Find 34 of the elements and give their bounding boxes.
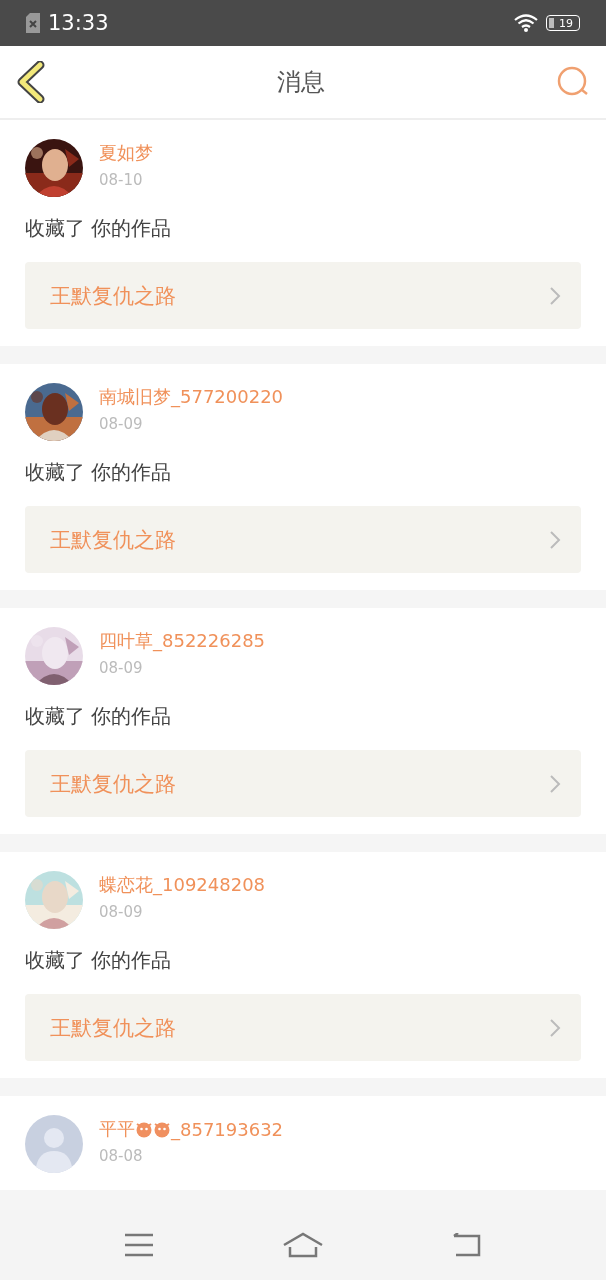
chevron-right-icon bbox=[549, 529, 561, 550]
back-nav-icon[interactable] bbox=[452, 1233, 482, 1257]
work-link[interactable]: 王默复仇之路 bbox=[25, 262, 581, 329]
user-name[interactable]: 夏如梦 bbox=[99, 141, 153, 165]
message-date: 08-09 bbox=[99, 415, 144, 433]
chevron-right-icon bbox=[549, 773, 561, 794]
sim-card-icon bbox=[26, 13, 40, 33]
wifi-icon bbox=[514, 14, 538, 32]
user-name[interactable]: 平平 _857193632 bbox=[99, 1117, 284, 1141]
activity-text: 收藏了 你的作品 bbox=[25, 215, 173, 242]
work-link[interactable]: 王默复仇之路 bbox=[25, 506, 581, 573]
battery-indicator: 19 bbox=[546, 15, 580, 31]
activity-text: 收藏了 你的作品 bbox=[25, 703, 173, 730]
message-date: 08-09 bbox=[99, 903, 144, 921]
emoji-icon bbox=[153, 1120, 171, 1138]
work-link[interactable]: 王默复仇之路 bbox=[25, 994, 581, 1061]
emoji-icon bbox=[135, 1120, 153, 1138]
chevron-right-icon bbox=[549, 285, 561, 306]
message-date: 08-08 bbox=[99, 1147, 144, 1165]
message-date: 08-09 bbox=[99, 659, 144, 677]
home-icon[interactable] bbox=[282, 1232, 324, 1258]
activity-text: 收藏了 你的作品 bbox=[25, 459, 173, 486]
user-name[interactable]: 蝶恋花_109248208 bbox=[99, 873, 266, 897]
page-title: 消息 bbox=[277, 67, 325, 98]
back-icon[interactable] bbox=[16, 61, 46, 103]
user-name[interactable]: 南城旧梦_577200220 bbox=[99, 385, 284, 409]
clock: 13:33 bbox=[48, 11, 109, 35]
chevron-right-icon bbox=[549, 1017, 561, 1038]
work-link[interactable]: 王默复仇之路 bbox=[25, 750, 581, 817]
activity-text: 收藏了 你的作品 bbox=[25, 947, 173, 974]
user-name[interactable]: 四叶草_852226285 bbox=[99, 629, 266, 653]
menu-icon[interactable] bbox=[124, 1233, 154, 1257]
message-date: 08-10 bbox=[99, 171, 144, 189]
avatar-placeholder-icon bbox=[25, 1115, 83, 1173]
